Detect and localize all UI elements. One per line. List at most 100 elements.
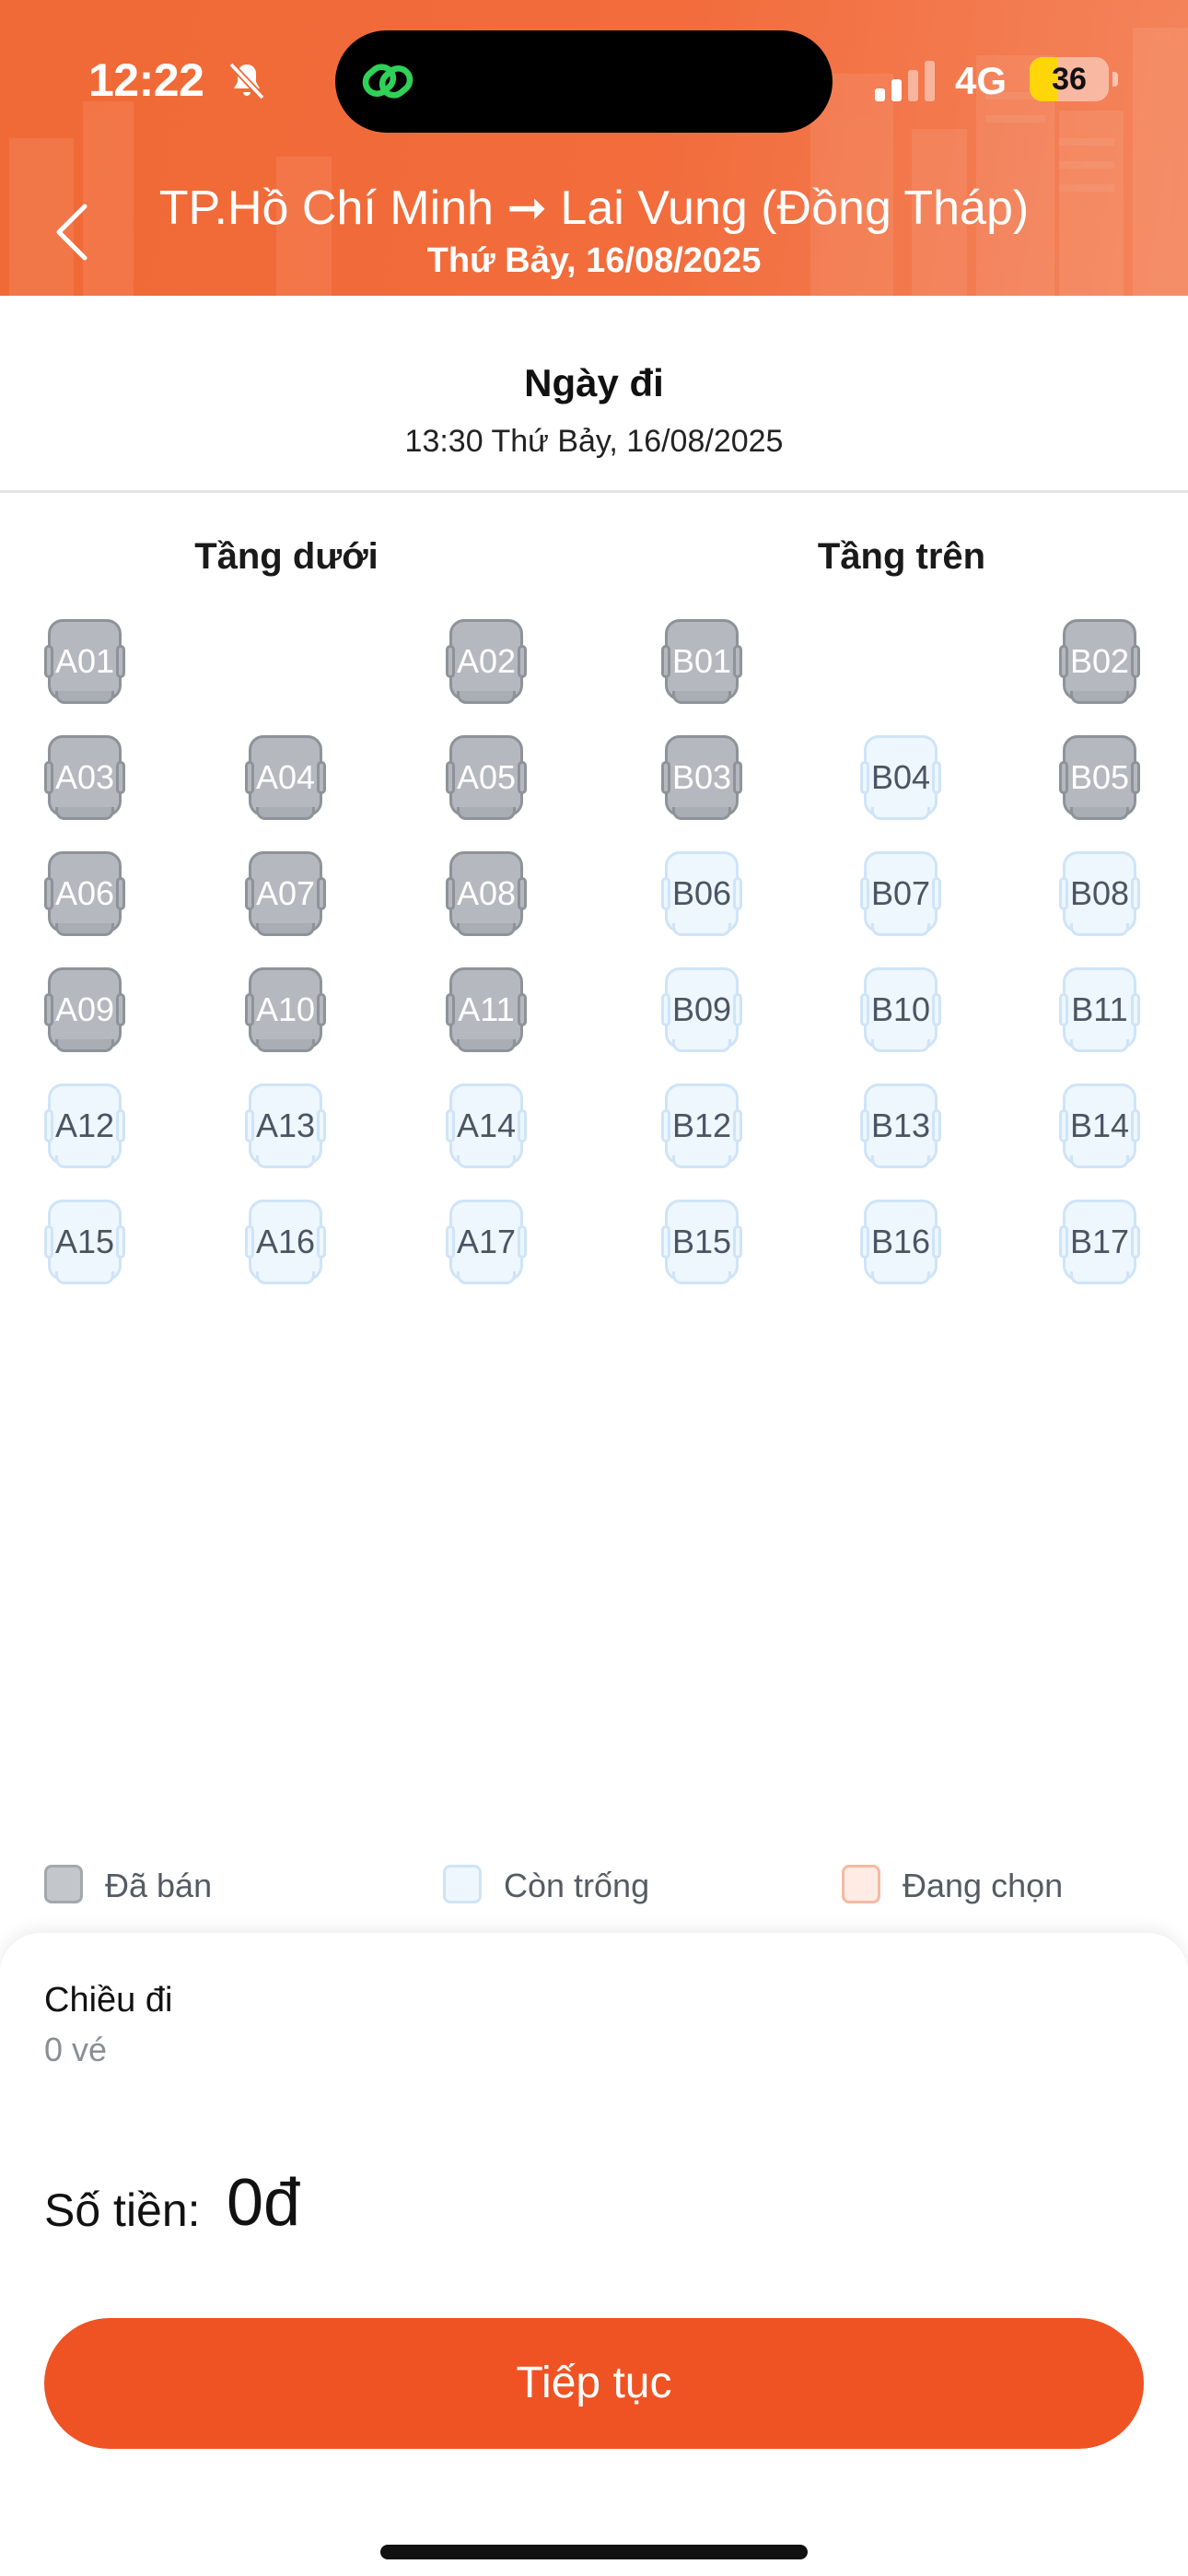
seat-b13[interactable]: B13 (860, 1083, 941, 1168)
seat-base (457, 1039, 516, 1052)
seat-base (672, 1155, 731, 1168)
seat-a07: A07 (245, 851, 326, 936)
seat-b03: B03 (661, 735, 742, 820)
seat-label: B16 (870, 1223, 931, 1260)
seat-b09[interactable]: B09 (661, 967, 742, 1052)
seat-base (1070, 1039, 1129, 1052)
seat-base (256, 1039, 315, 1052)
seat-base (55, 1271, 114, 1284)
seat-label: B07 (870, 874, 931, 912)
legend-free-swatch (443, 1865, 482, 1903)
lower-deck-title: Tầng dưới (194, 536, 379, 577)
seat-base (457, 923, 516, 936)
seat-label: A08 (456, 874, 517, 912)
divider (0, 490, 1188, 493)
app-logo-icon (362, 64, 413, 99)
trip-direction-label: Ngày đi (524, 361, 664, 404)
seat-a02: A02 (446, 619, 527, 704)
seat-a08: A08 (446, 851, 527, 936)
seat-base (871, 1155, 930, 1168)
seat-a15[interactable]: A15 (44, 1200, 125, 1284)
seat-base (457, 1271, 516, 1284)
seat-label: A14 (456, 1107, 517, 1144)
trip-departure-time: 13:30 Thứ Bảy, 16/08/2025 (404, 424, 784, 459)
legend-free-label: Còn trống (504, 1867, 650, 1904)
price-value: 0đ (227, 2166, 301, 2240)
seat-a06: A06 (44, 851, 125, 936)
seat-base (457, 807, 516, 820)
ticket-count: 0 vé (44, 2031, 108, 2068)
seat-b05: B05 (1059, 735, 1140, 820)
seat-base (871, 807, 930, 820)
cellular-signal-icon (875, 61, 935, 101)
continue-button[interactable]: Tiếp tục (44, 2318, 1144, 2449)
seat-base (672, 923, 731, 936)
seat-b12[interactable]: B12 (661, 1083, 742, 1168)
seat-label: A05 (456, 758, 517, 796)
seat-label: B08 (1069, 874, 1130, 912)
seat-b16[interactable]: B16 (860, 1200, 941, 1284)
route-title: TP.Hồ Chí Minh ➞ Lai Vung (Đồng Tháp) (158, 181, 1030, 235)
seat-base (256, 923, 315, 936)
seat-b15[interactable]: B15 (661, 1200, 742, 1284)
status-time: 12:22 (88, 54, 204, 106)
seat-b01: B01 (661, 619, 742, 704)
booking-summary-sheet: Chiều đi 0 vé Số tiền: 0đ Tiếp tục (0, 1933, 1188, 2576)
seat-label: B12 (671, 1107, 732, 1144)
seat-label: A02 (456, 642, 517, 680)
legend-selected-swatch (842, 1865, 880, 1903)
seat-b07[interactable]: B07 (860, 851, 941, 936)
seat-b04[interactable]: B04 (860, 735, 941, 820)
seat-base (55, 923, 114, 936)
seat-a14[interactable]: A14 (446, 1083, 527, 1168)
upper-deck-title: Tầng trên (817, 536, 986, 577)
seat-a17[interactable]: A17 (446, 1200, 527, 1284)
seat-b11[interactable]: B11 (1059, 967, 1140, 1052)
bell-slash-icon (228, 62, 265, 100)
seat-b17[interactable]: B17 (1059, 1200, 1140, 1284)
route-date: Thứ Bảy, 16/08/2025 (426, 241, 762, 280)
seat-a16[interactable]: A16 (245, 1200, 326, 1284)
seat-base (1070, 691, 1129, 704)
seat-a03: A03 (44, 735, 125, 820)
seat-label: B06 (671, 874, 732, 912)
seat-base (672, 691, 731, 704)
seat-b02: B02 (1059, 619, 1140, 704)
seat-base (55, 1039, 114, 1052)
header: 12:22 4G 36 TP.Hồ Chí Minh ➞ Lai Vung (Đ… (0, 0, 1188, 296)
seat-label: B09 (671, 990, 732, 1028)
dynamic-island (335, 30, 833, 133)
home-indicator (380, 2545, 808, 2559)
seat-base (871, 1039, 930, 1052)
seat-label: B11 (1071, 990, 1128, 1028)
seat-label: A15 (54, 1223, 115, 1260)
price-label: Số tiền: (44, 2184, 201, 2236)
seat-label: A16 (255, 1223, 316, 1260)
seat-label: A03 (54, 758, 115, 796)
seat-label: A09 (54, 990, 115, 1028)
legend-sold-swatch (44, 1865, 83, 1903)
seat-label: A12 (54, 1107, 115, 1144)
seat-b08[interactable]: B08 (1059, 851, 1140, 936)
seat-base (672, 1271, 731, 1284)
seat-base (871, 923, 930, 936)
seat-base (256, 807, 315, 820)
seat-b14[interactable]: B14 (1059, 1083, 1140, 1168)
seat-label: B14 (1069, 1107, 1130, 1144)
seat-label: B10 (870, 990, 931, 1028)
legend-selected-label: Đang chọn (903, 1867, 1064, 1904)
seat-base (1070, 923, 1129, 936)
seat-b10[interactable]: B10 (860, 967, 941, 1052)
seat-base (55, 691, 114, 704)
seat-a13[interactable]: A13 (245, 1083, 326, 1168)
seat-a05: A05 (446, 735, 527, 820)
seat-a12[interactable]: A12 (44, 1083, 125, 1168)
seat-label: A10 (255, 990, 316, 1028)
seat-b06[interactable]: B06 (661, 851, 742, 936)
seat-label: B17 (1069, 1223, 1130, 1260)
network-type: 4G (955, 59, 1007, 102)
seat-label: A01 (54, 642, 115, 680)
seat-label: A13 (255, 1107, 316, 1144)
seat-label: B13 (870, 1107, 931, 1144)
seat-base (1070, 1155, 1129, 1168)
